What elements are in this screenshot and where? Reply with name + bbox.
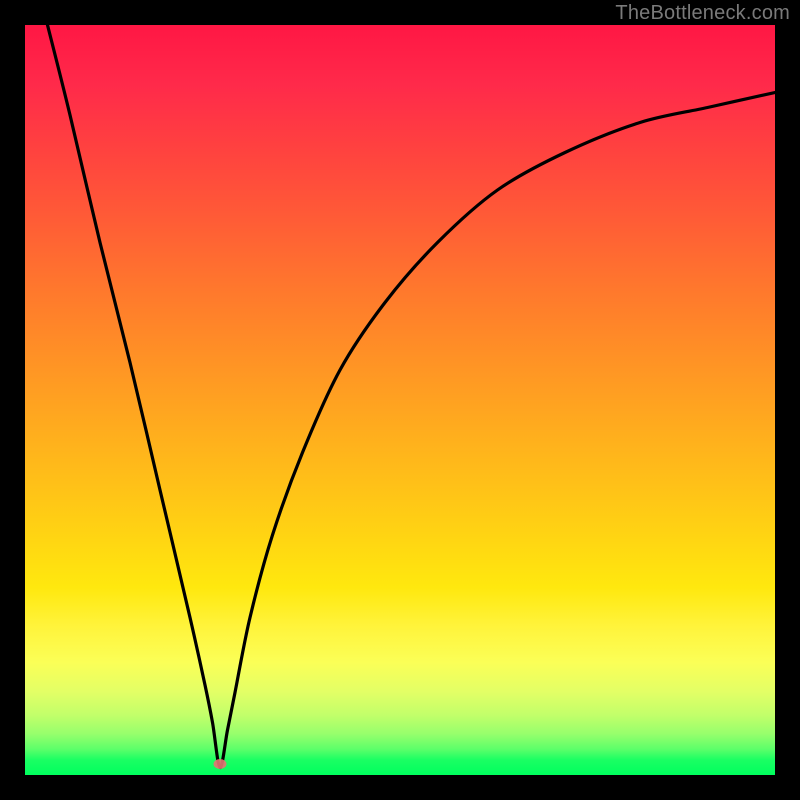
- minimum-marker-icon: [214, 759, 227, 769]
- gradient-plot-area: [25, 25, 775, 775]
- bottleneck-curve: [25, 25, 775, 775]
- chart-frame: TheBottleneck.com: [0, 0, 800, 800]
- watermark-text: TheBottleneck.com: [615, 2, 790, 25]
